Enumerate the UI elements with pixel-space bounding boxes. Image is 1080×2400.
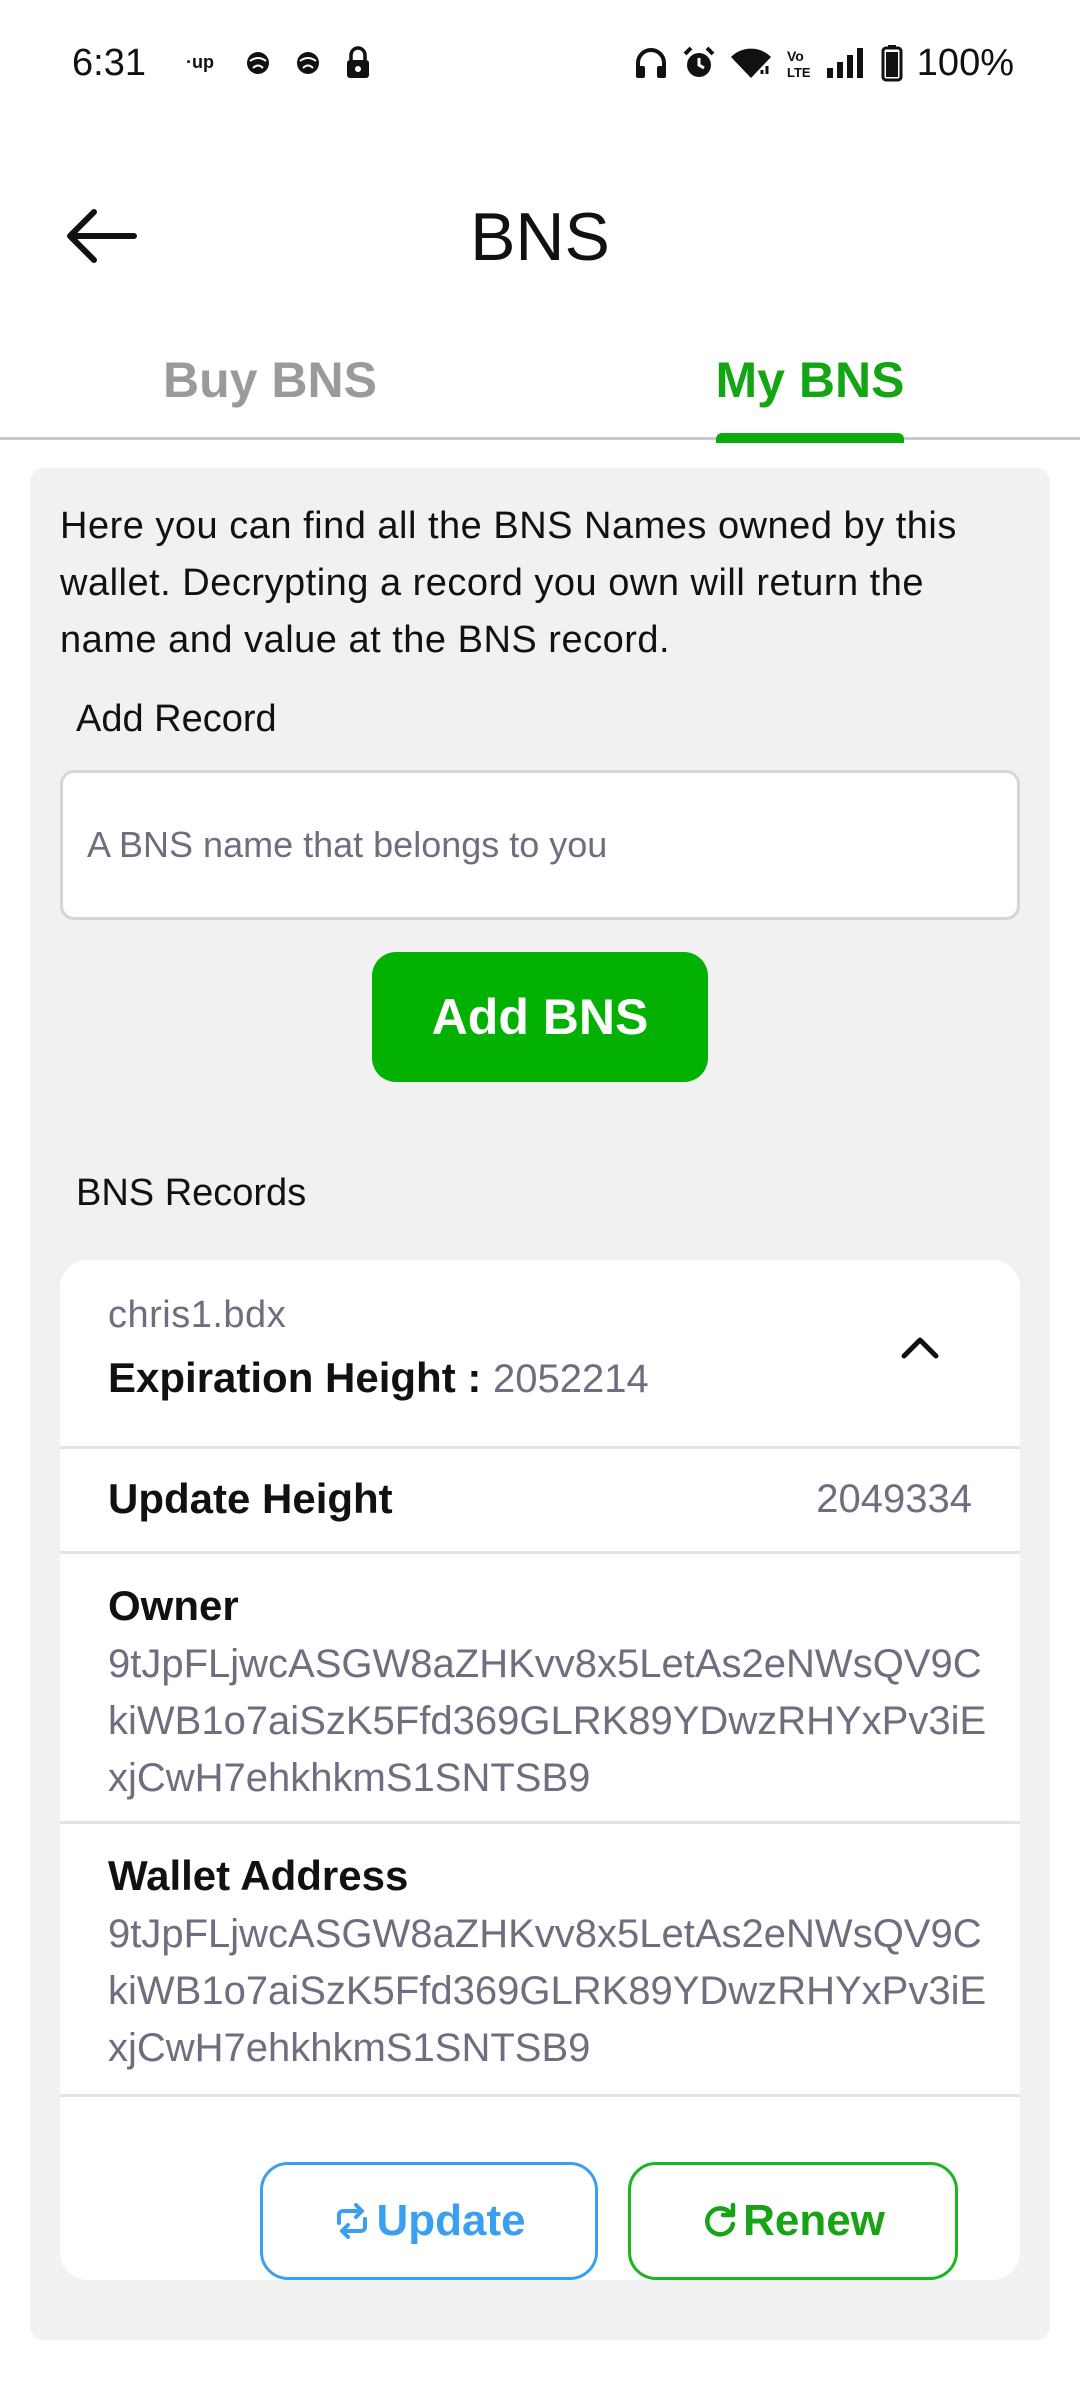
status-bar: 6:31 ·up Vo LTE 100% xyxy=(0,0,1080,126)
refresh-icon xyxy=(701,2202,739,2240)
owner-value: 9tJpFLjwcASGW8aZHKvv8x5LetAs2eNWsQV9CkiW… xyxy=(108,1642,987,1800)
renew-button-label: Renew xyxy=(743,2196,885,2245)
ball-icon xyxy=(244,49,272,77)
svg-text:LTE: LTE xyxy=(787,65,811,80)
active-tab-indicator xyxy=(716,433,904,443)
tab-bar: Buy BNS My BNS xyxy=(0,340,1080,443)
expiration-label: Expiration Height : xyxy=(108,1354,482,1401)
status-time: 6:31 xyxy=(72,41,146,84)
tab-my-bns[interactable]: My BNS xyxy=(700,340,920,443)
page-title: BNS xyxy=(470,199,610,275)
bns-name-input[interactable] xyxy=(60,770,1020,920)
battery-percentage: 100% xyxy=(916,41,1014,84)
wifi-icon xyxy=(729,46,773,80)
record-header[interactable]: chris1.bdx Expiration Height : 2052214 xyxy=(60,1260,1020,1446)
svg-text:·up: ·up xyxy=(186,52,214,72)
battery-icon xyxy=(881,44,903,82)
wallet-address-row: Wallet Address 9tJpFLjwcASGW8aZHKvv8x5Le… xyxy=(60,1824,1020,2094)
alarm-icon xyxy=(681,45,717,81)
tab-label: Buy BNS xyxy=(163,352,377,408)
update-height-value: 2049334 xyxy=(816,1477,972,1521)
update-button-label: Update xyxy=(376,2196,526,2245)
expiration-row: Expiration Height : 2052214 xyxy=(108,1354,649,1402)
signal-icon xyxy=(825,46,869,80)
bns-records-label: BNS Records xyxy=(76,1172,307,1214)
volte-icon: Vo LTE xyxy=(785,46,813,80)
intro-text: Here you can find all the BNS Names owne… xyxy=(60,505,957,661)
chevron-up-icon xyxy=(898,1334,942,1367)
update-height-label: Update Height xyxy=(108,1475,393,1522)
up-icon: ·up xyxy=(186,51,222,75)
lock-icon xyxy=(344,46,372,80)
update-height-row: Update Height 2049334 xyxy=(60,1449,1020,1551)
add-record-label: Add Record xyxy=(76,698,277,740)
tab-label: My BNS xyxy=(715,352,905,408)
expiration-value: 2052214 xyxy=(493,1357,649,1401)
status-right: Vo LTE 100% xyxy=(633,42,1014,85)
repeat-icon xyxy=(332,2203,372,2239)
svg-text:Vo: Vo xyxy=(787,48,804,64)
status-left: 6:31 ·up xyxy=(72,42,372,85)
collapse-button[interactable] xyxy=(890,1320,950,1380)
wallet-address-value: 9tJpFLjwcASGW8aZHKvv8x5LetAs2eNWsQV9CkiW… xyxy=(108,1912,987,2070)
wallet-address-label: Wallet Address xyxy=(108,1852,409,1899)
tab-buy-bns[interactable]: Buy BNS xyxy=(140,340,400,440)
renew-button[interactable]: Renew xyxy=(628,2162,958,2280)
my-bns-panel: Here you can find all the BNS Names owne… xyxy=(30,468,1050,2340)
headphones-icon xyxy=(633,46,669,80)
add-bns-button[interactable]: Add BNS xyxy=(372,952,708,1082)
bns-record-card: chris1.bdx Expiration Height : 2052214 U… xyxy=(60,1260,1020,2280)
app-bar: BNS xyxy=(0,176,1080,300)
ball-icon xyxy=(294,49,322,77)
divider xyxy=(60,2094,1020,2097)
owner-row: Owner 9tJpFLjwcASGW8aZHKvv8x5LetAs2eNWsQ… xyxy=(60,1554,1020,1821)
record-name: chris1.bdx xyxy=(108,1294,287,1336)
owner-label: Owner xyxy=(108,1582,239,1629)
update-button[interactable]: Update xyxy=(260,2162,598,2280)
